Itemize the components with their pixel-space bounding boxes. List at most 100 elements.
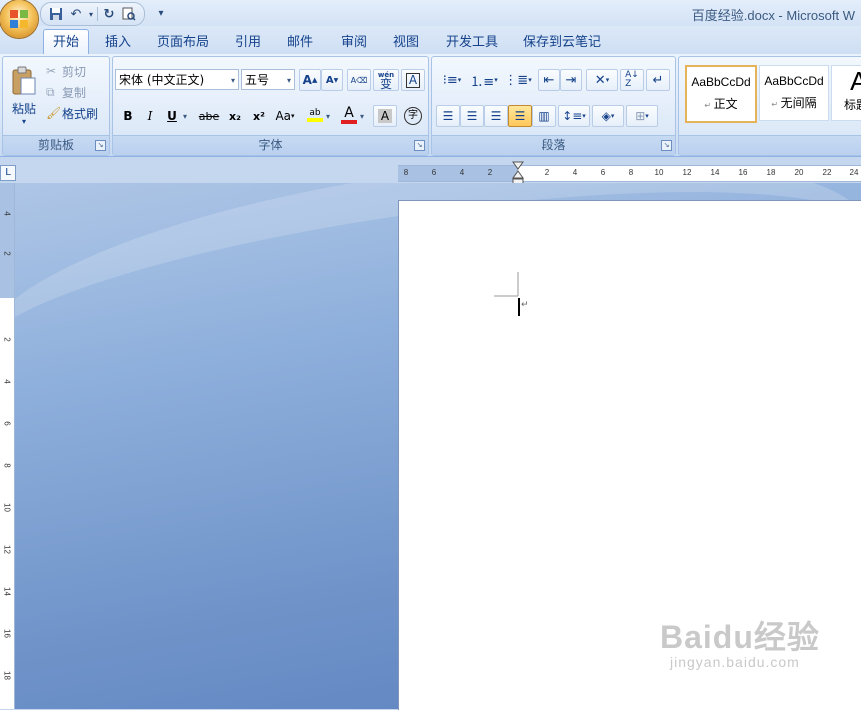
superscript-button[interactable]: x² xyxy=(247,105,271,127)
tab-developer[interactable]: 开发工具 xyxy=(440,32,504,54)
align-left-button[interactable]: ☰ xyxy=(436,105,460,127)
style-heading-1[interactable]: Aa 标题 xyxy=(831,65,861,121)
justify-button[interactable]: ☰ xyxy=(508,105,532,127)
paintbrush-icon: 🖌 xyxy=(46,106,62,120)
show-marks-button[interactable]: ↵ xyxy=(646,69,670,91)
font-size-combo[interactable]: 五号 ▾ xyxy=(241,69,295,90)
chevron-down-icon: ▾ xyxy=(645,112,649,120)
style-normal[interactable]: AaBbCcDd ↵ 正文 xyxy=(685,65,757,123)
cut-button[interactable]: ✂ 剪切 xyxy=(45,61,107,81)
chevron-down-icon: ▾ xyxy=(605,76,610,84)
tab-home[interactable]: 开始 xyxy=(43,29,89,55)
change-case-button[interactable]: Aa ▾ xyxy=(271,105,299,127)
paste-label: 粘贴 xyxy=(11,102,36,116)
tab-mailings[interactable]: 邮件 xyxy=(280,32,320,54)
underline-button[interactable]: U xyxy=(161,105,183,127)
tab-review[interactable]: 审阅 xyxy=(334,32,374,54)
tab-view[interactable]: 视图 xyxy=(386,32,426,54)
align-right-button[interactable]: ☰ xyxy=(484,105,508,127)
baidu-watermark: Baidu经验 jingyan.baidu.com xyxy=(660,612,820,670)
ruler-tick-label: 6 xyxy=(600,168,606,177)
ribbon: 粘贴 ▾ ✂ 剪切 ⧉ 复制 🖌 格式刷 剪贴板 ↘ 宋体 (中文正文) ▾ 五… xyxy=(0,54,861,157)
bold-button[interactable]: B xyxy=(117,105,139,127)
distributed-icon: ▥ xyxy=(538,109,550,123)
customize-dropdown-icon[interactable]: ▾ xyxy=(152,4,170,22)
align-center-button[interactable]: ☰ xyxy=(460,105,484,127)
chevron-down-icon: ▾ xyxy=(286,76,291,85)
paragraph-mark-icon: ↵ xyxy=(704,101,714,110)
increase-indent-icon: ⇥ xyxy=(565,72,577,88)
distributed-button[interactable]: ▥ xyxy=(532,105,556,127)
paragraph-dialog-launcher-icon[interactable]: ↘ xyxy=(661,140,672,151)
tab-references[interactable]: 引用 xyxy=(228,32,268,54)
shrink-font-icon: A xyxy=(325,74,334,86)
decrease-indent-button[interactable]: ⇤ xyxy=(538,69,560,91)
paste-button[interactable]: 粘贴 ▾ xyxy=(5,59,43,133)
horizontal-ruler[interactable]: 8 6 4 2 2 4 6 8 10 12 14 16 18 20 22 24 xyxy=(398,165,861,182)
chevron-down-icon: ▾ xyxy=(291,112,295,120)
ruler-tick-label: 4 xyxy=(459,168,465,177)
font-color-button[interactable]: A xyxy=(337,103,361,127)
watermark-brand: Baidu经验 xyxy=(660,619,820,655)
chevron-down-icon[interactable]: ▾ xyxy=(326,112,330,121)
shading-button[interactable]: ◈ ▾ xyxy=(592,105,624,127)
save-icon[interactable] xyxy=(47,5,65,23)
chevron-down-icon[interactable]: ▾ xyxy=(360,112,364,121)
line-spacing-button[interactable]: ↕≡ ▾ xyxy=(558,105,590,127)
tab-selector-button[interactable]: L xyxy=(0,165,16,181)
ruler-tick-label: 4 xyxy=(2,211,12,216)
copy-button[interactable]: ⧉ 复制 xyxy=(45,82,107,102)
sort-button[interactable]: A↓ Z xyxy=(620,69,644,91)
borders-button[interactable]: ⊞ ▾ xyxy=(626,105,658,127)
office-button[interactable] xyxy=(0,0,38,38)
chevron-down-icon: ▾ xyxy=(494,76,498,84)
chinese-layout-icon: ✕ xyxy=(594,72,606,88)
numbering-button[interactable]: ⒈≡ ▾ xyxy=(468,69,500,91)
vertical-ruler[interactable]: 4 2 2 4 6 8 10 12 14 16 18 xyxy=(0,183,15,709)
undo-icon[interactable]: ↶ xyxy=(67,5,85,23)
line-spacing-icon: ↕≡ xyxy=(562,109,583,123)
style-sample: Aa xyxy=(850,66,861,96)
align-center-icon: ☰ xyxy=(466,109,478,123)
change-case-label: Aa xyxy=(275,109,292,123)
italic-button[interactable]: I xyxy=(139,105,161,127)
style-no-spacing[interactable]: AaBbCcDd ↵ 无间隔 xyxy=(759,65,829,121)
style-name-label: 无间隔 xyxy=(780,96,817,110)
enclose-characters-button[interactable]: 字 xyxy=(401,105,425,127)
font-name-combo[interactable]: 宋体 (中文正文) ▾ xyxy=(115,69,239,90)
tab-page-layout[interactable]: 页面布局 xyxy=(152,32,214,54)
bullets-button[interactable]: ⁝≡ ▾ xyxy=(436,69,468,91)
chevron-down-icon[interactable]: ▾ xyxy=(183,112,187,121)
multilevel-list-button[interactable]: ⋮≣ ▾ xyxy=(502,69,534,91)
font-size-value: 五号 xyxy=(245,73,270,87)
subscript-button[interactable]: x₂ xyxy=(223,105,247,127)
clipboard-group-label: 剪贴板 xyxy=(3,135,109,155)
strikethrough-button[interactable]: abe xyxy=(195,105,223,127)
ruler-top-margin xyxy=(0,183,14,298)
grow-font-button[interactable]: A ▲ xyxy=(299,69,321,91)
style-name: ↵ 正文 xyxy=(687,95,755,112)
paragraph-mark-icon: ↵ xyxy=(771,100,781,109)
increase-indent-button[interactable]: ⇥ xyxy=(560,69,582,91)
indent-marker-icon[interactable] xyxy=(512,161,524,185)
ribbon-tab-bar: 开始 插入 页面布局 引用 邮件 审阅 视图 开发工具 保存到云笔记 xyxy=(0,26,861,55)
character-shading-button[interactable]: A xyxy=(373,105,397,127)
print-preview-icon[interactable] xyxy=(120,5,138,23)
character-border-button[interactable]: A xyxy=(401,69,425,91)
clear-formatting-button[interactable]: A⌫ xyxy=(347,69,371,91)
chinese-layout-button[interactable]: ✕ ▾ xyxy=(586,69,618,91)
chevron-down-icon[interactable]: ▾ xyxy=(87,5,95,23)
paragraph-mark-icon: ↵ xyxy=(652,72,664,88)
text-highlight-button[interactable]: ab xyxy=(303,103,327,127)
redo-icon[interactable]: ↻ xyxy=(100,5,118,23)
tab-save-to-cloud-notes[interactable]: 保存到云笔记 xyxy=(518,32,606,54)
ruler-tick-label: 22 xyxy=(822,168,832,177)
office-logo-icon xyxy=(10,10,28,28)
phonetic-guide-button[interactable]: wén 变 xyxy=(373,69,399,91)
shrink-font-button[interactable]: A ▼ xyxy=(321,69,343,91)
clipboard-dialog-launcher-icon[interactable]: ↘ xyxy=(95,140,106,151)
format-painter-button[interactable]: 🖌 格式刷 xyxy=(45,103,109,123)
tab-insert[interactable]: 插入 xyxy=(98,32,138,54)
font-dialog-launcher-icon[interactable]: ↘ xyxy=(414,140,425,151)
ruler-tick-label: 12 xyxy=(682,168,692,177)
